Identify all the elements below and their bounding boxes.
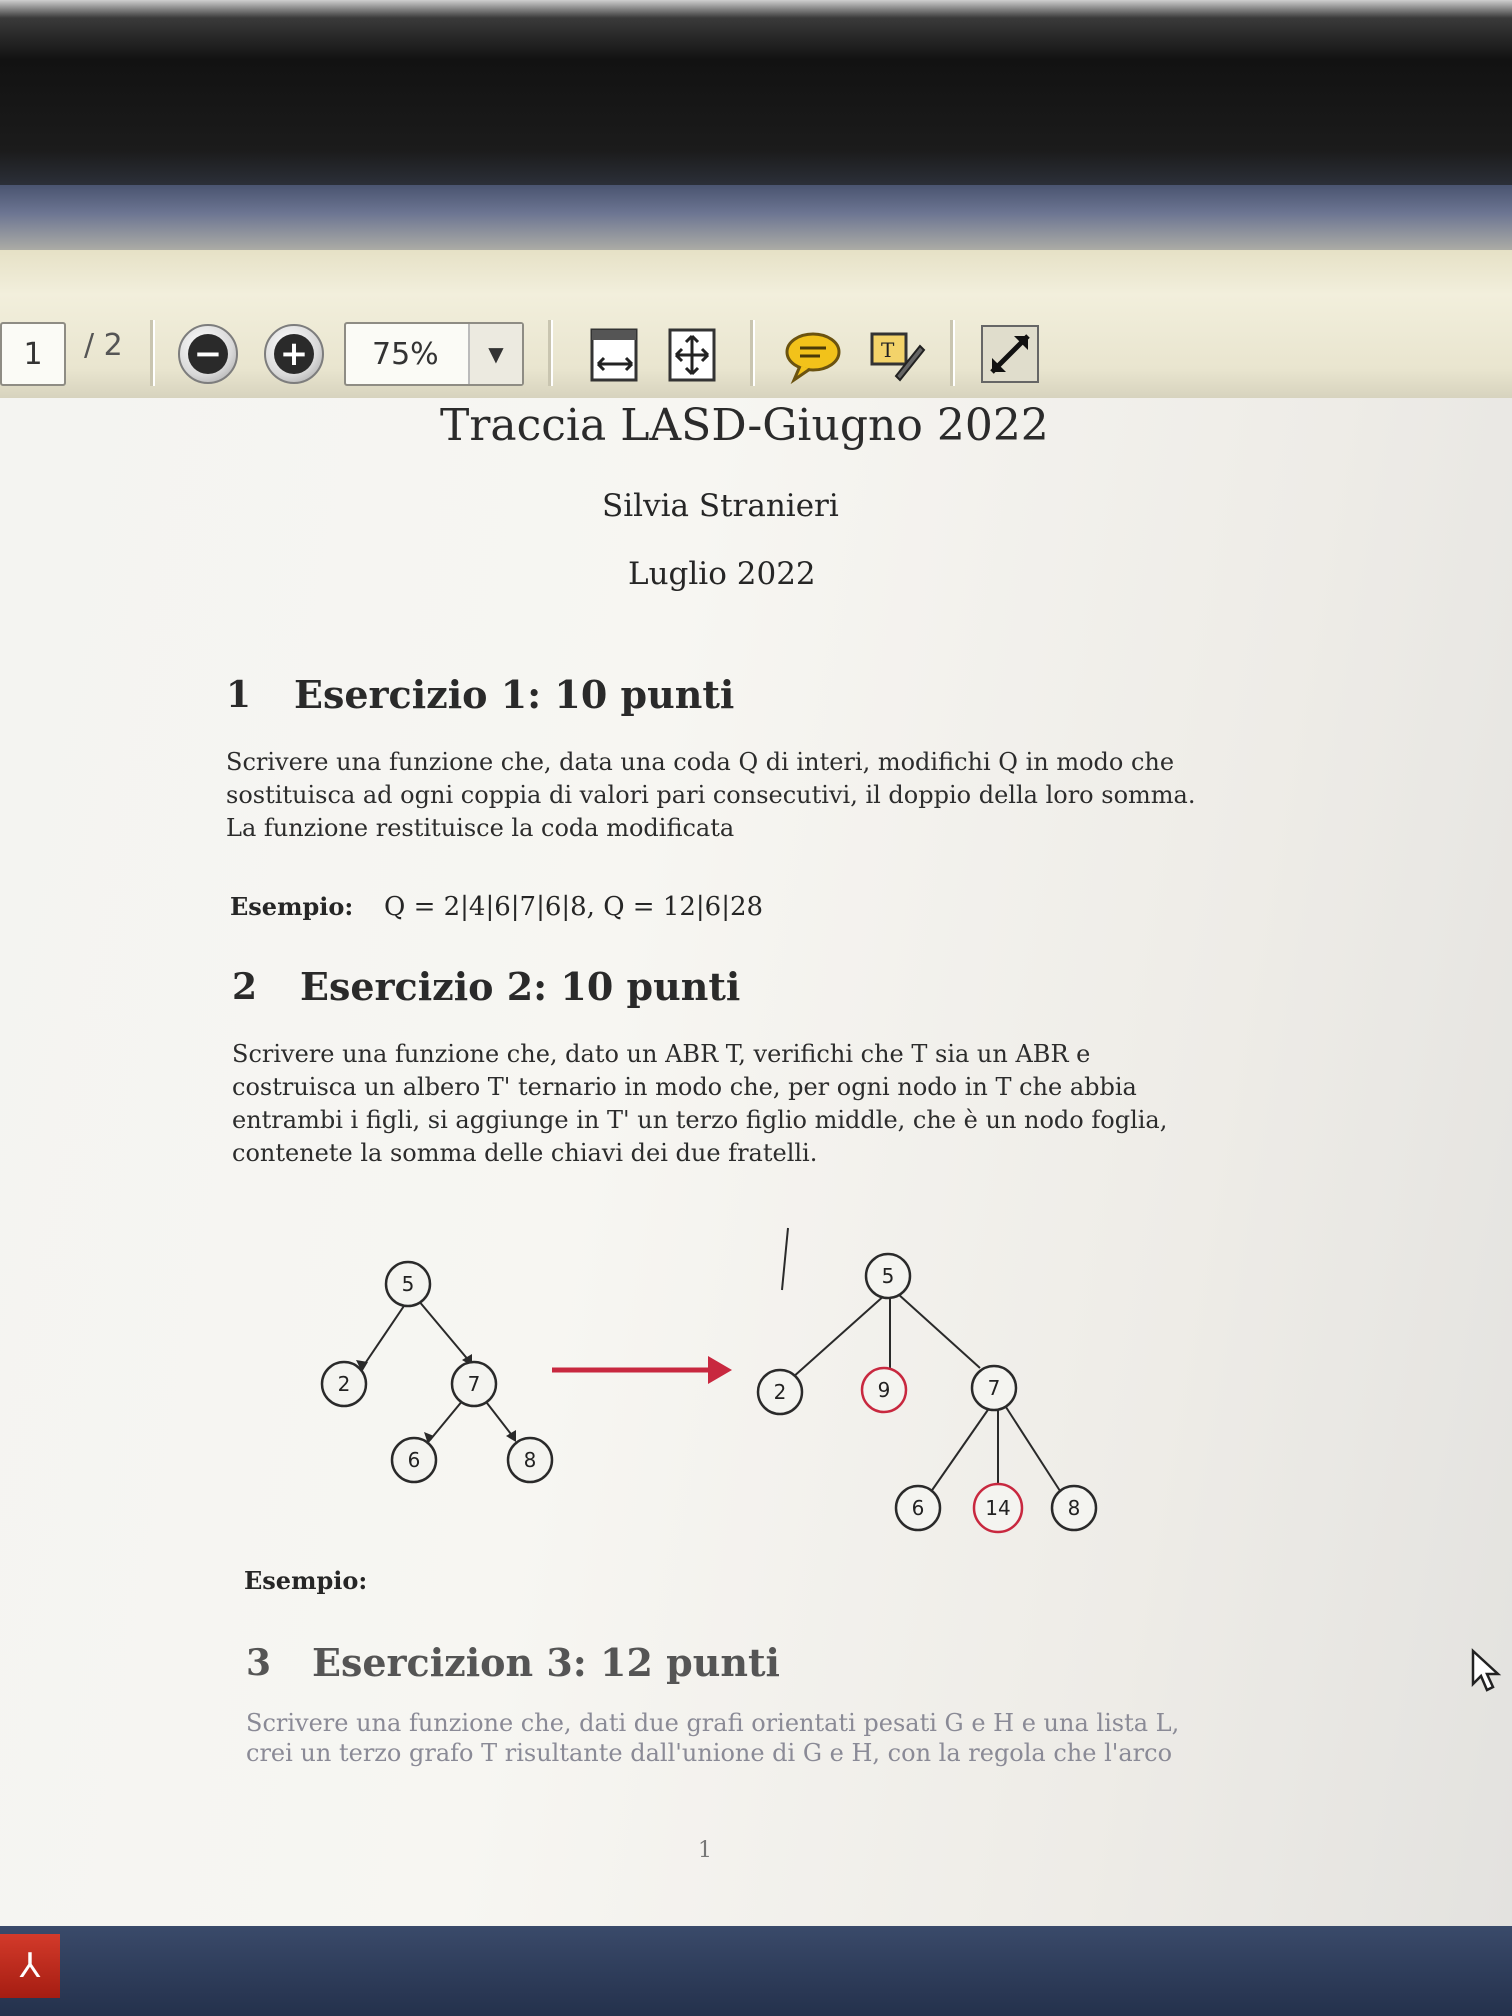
section-body: Scrivere una funzione che, dati due graf…: [246, 1709, 1180, 1767]
comment-icon[interactable]: [782, 324, 844, 386]
section-body: Scrivere una funzione che, dato un ABR T…: [232, 1040, 1168, 1167]
section-title: Esercizion 3: 12 punti: [312, 1640, 780, 1685]
example-label: Esempio:: [230, 892, 354, 921]
section-body: Scrivere una funzione che, data una coda…: [226, 748, 1196, 842]
svg-text:T: T: [881, 338, 895, 362]
document-date: Luglio 2022: [628, 556, 816, 592]
sign-icon[interactable]: T: [866, 324, 928, 386]
chevron-down-icon[interactable]: ▼: [468, 324, 522, 384]
page-total-label: / 2: [84, 328, 123, 363]
zoom-value: 75%: [372, 336, 439, 372]
right-tree-node-label: 8: [1068, 1496, 1081, 1520]
toolbar-separator: [150, 320, 155, 386]
right-tree-node-label: 2: [774, 1380, 787, 1404]
right-tree-node-label: 7: [988, 1376, 1001, 1400]
monitor-bezel: [0, 0, 1512, 185]
section-number: 2: [232, 966, 258, 1008]
page-footer-number: 1: [698, 1838, 712, 1863]
pdf-page: Traccia LASD-Giugno 2022 Silvia Stranier…: [0, 398, 1512, 1926]
toolbar-separator: [950, 320, 955, 386]
section-number: 3: [246, 1642, 272, 1684]
zoom-in-icon: +: [274, 334, 314, 374]
zoom-select[interactable]: 75% ▼: [344, 322, 524, 386]
section-number: 1: [226, 674, 252, 716]
pdf-toolbar: 1 / 2 − + 75% ▼ T: [0, 250, 1512, 400]
right-tree-node-label: 9: [878, 1378, 891, 1402]
zoom-in-button[interactable]: +: [264, 324, 324, 384]
section-title: Esercizio 1: 10 punti: [294, 672, 735, 717]
tree-diagram: 5 2 7 6 8 5 2 9 7 6 14 8: [320, 1227, 1098, 1534]
page-current-value: 1: [23, 336, 43, 372]
page-number-input[interactable]: 1: [0, 322, 66, 386]
left-tree-node-label: 7: [468, 1372, 481, 1396]
acrobat-icon[interactable]: ⅄: [0, 1934, 60, 1998]
fit-page-icon[interactable]: [662, 324, 724, 386]
zoom-out-icon: −: [188, 334, 228, 374]
toolbar-separator: [750, 320, 755, 386]
mouse-cursor-icon: [1471, 1648, 1502, 1692]
window-title-bar: [0, 185, 1512, 255]
left-tree-node-label: 8: [524, 1448, 537, 1472]
left-tree-node-label: 6: [408, 1448, 421, 1472]
example-label: Esempio:: [244, 1566, 368, 1595]
fit-width-icon[interactable]: [584, 324, 646, 386]
right-tree-node-label: 6: [912, 1496, 925, 1520]
right-tree-node-label: 5: [882, 1264, 895, 1288]
right-tree-node-label: 14: [985, 1496, 1010, 1520]
left-tree: 5 2 7 6 8: [320, 1260, 554, 1484]
left-tree-node-label: 5: [402, 1272, 415, 1296]
document-title: Traccia LASD-Giugno 2022: [440, 400, 1049, 451]
toolbar-separator: [548, 320, 553, 386]
fullscreen-icon[interactable]: [980, 324, 1040, 384]
right-tree: 5 2 9 7 6 14 8: [756, 1227, 1098, 1534]
taskbar: ⅄: [0, 1926, 1512, 2016]
example-text: Q = 2|4|6|7|6|8, Q = 12|6|28: [384, 892, 764, 922]
document-author: Silvia Stranieri: [602, 488, 839, 524]
zoom-out-button[interactable]: −: [178, 324, 238, 384]
section-title: Esercizio 2: 10 punti: [300, 964, 741, 1009]
arrow-transform: [552, 1356, 732, 1384]
left-tree-node-label: 2: [338, 1372, 351, 1396]
